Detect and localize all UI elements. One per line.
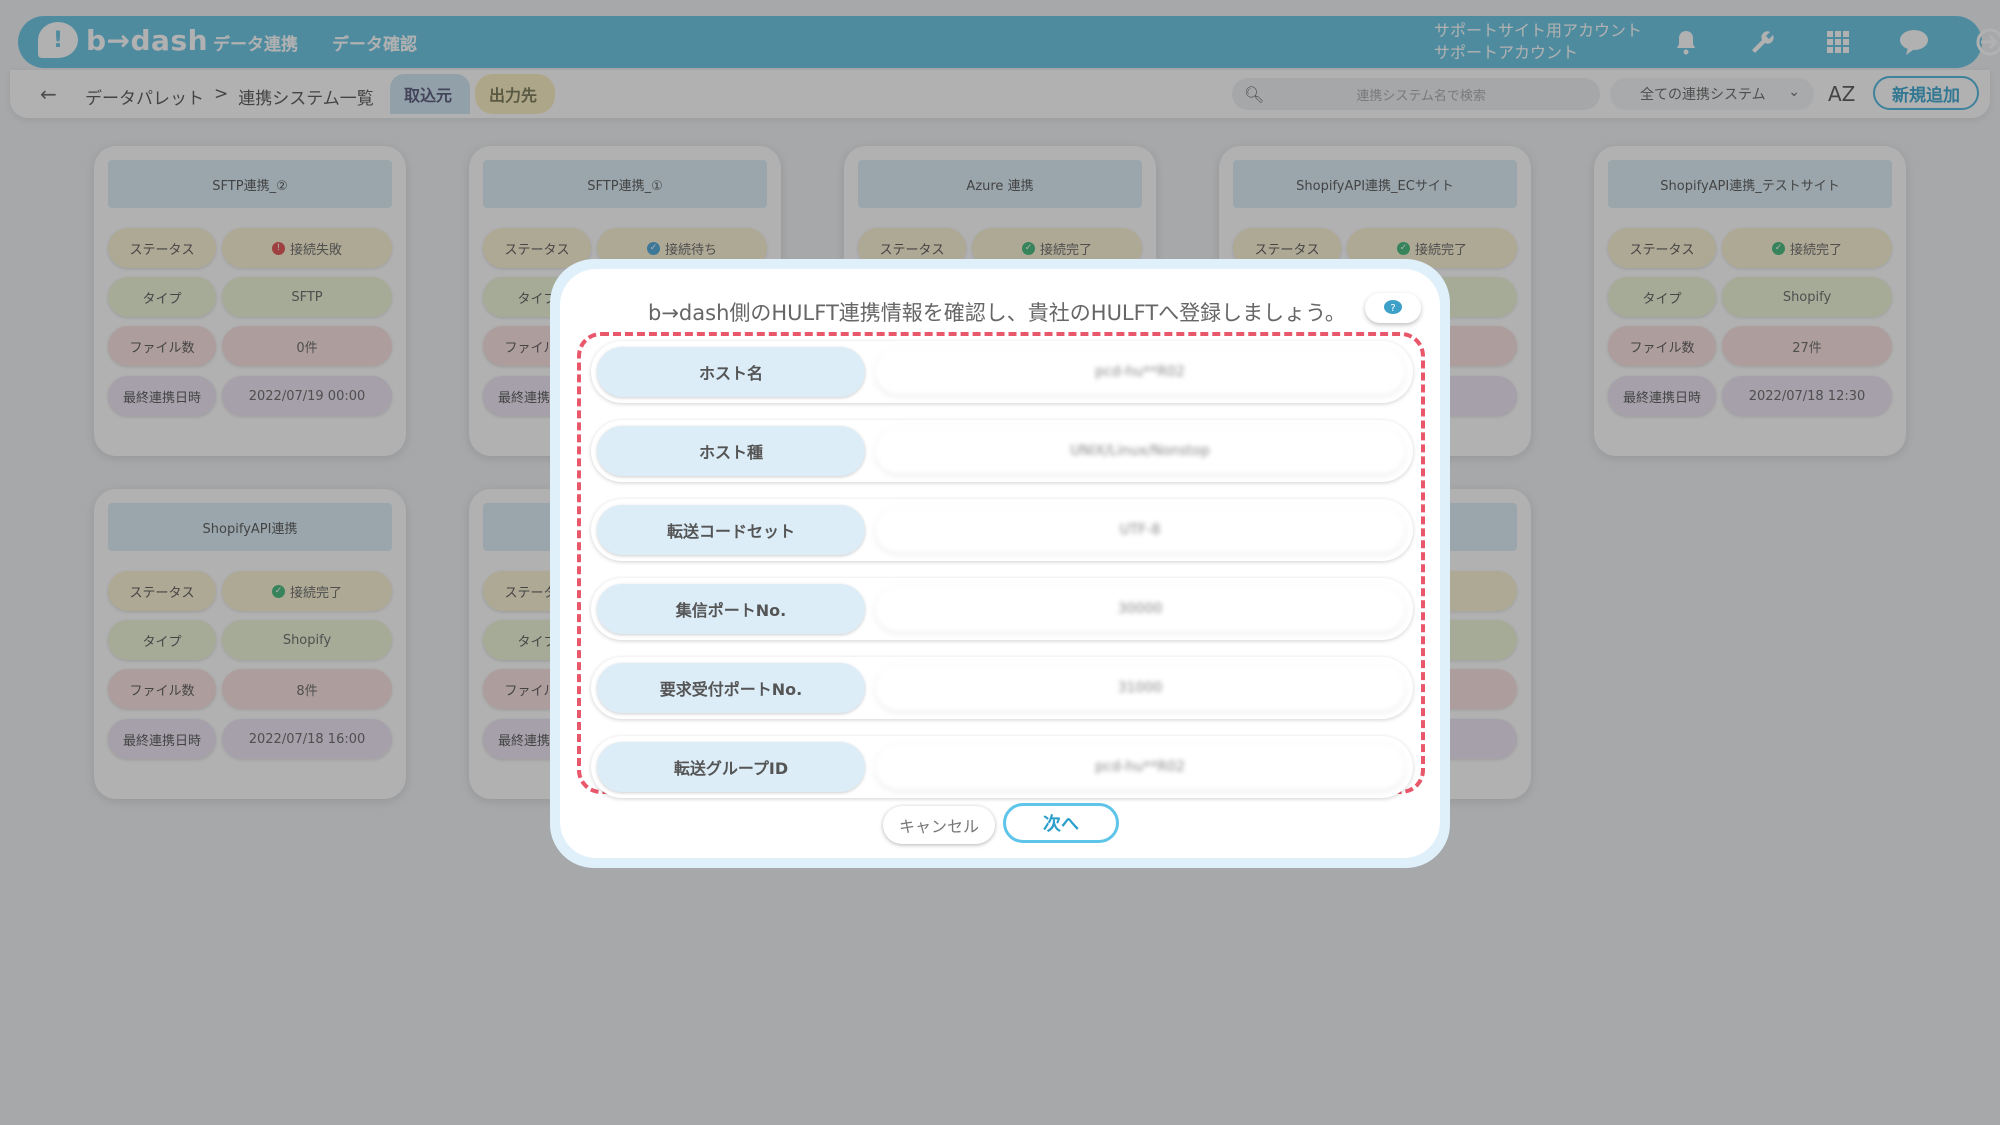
info-row: 集信ポートNo. 30000 [591, 578, 1413, 640]
info-label: 要求受付ポートNo. [597, 663, 865, 713]
info-value[interactable]: pcd-hu**R02 [875, 349, 1405, 395]
info-row: ホスト種 UNIX/Linux/Nonstop [591, 420, 1413, 482]
info-row: ホスト名 pcd-hu**R02 [591, 341, 1413, 403]
cloud-help-icon[interactable]: ? [1365, 293, 1421, 323]
info-label: 転送グループID [597, 742, 865, 792]
cancel-button[interactable]: キャンセル [883, 806, 995, 844]
info-row: 転送グループID pcd-hu**R02 [591, 736, 1413, 798]
info-value[interactable]: UNIX/Linux/Nonstop [875, 428, 1405, 474]
modal-body: b→dash側のHULFT連携情報を確認し、貴社のHULFTへ登録しましょう。 … [560, 269, 1440, 858]
info-value[interactable]: 31000 [875, 665, 1405, 711]
info-label: 集信ポートNo. [597, 584, 865, 634]
info-value[interactable]: pcd-hu**R02 [875, 744, 1405, 790]
info-value[interactable]: UTF-8 [875, 507, 1405, 553]
info-row: 要求受付ポートNo. 31000 [591, 657, 1413, 719]
next-button[interactable]: 次へ [1003, 803, 1119, 843]
info-label: ホスト種 [597, 426, 865, 476]
app-root: ! b→dash データ連携 データ確認 サポートサイト用アカウント サポートア… [0, 0, 2000, 1125]
highlight-frame: ホスト名 pcd-hu**R02 ホスト種 UNIX/Linux/Nonstop 転送コ… [577, 332, 1425, 798]
info-label: 転送コードセット [597, 505, 865, 555]
svg-text:?: ? [1390, 303, 1395, 314]
hulft-info-modal: b→dash側のHULFT連携情報を確認し、貴社のHULFTへ登録しましょう。 … [550, 259, 1450, 868]
info-row: 転送コードセット UTF-8 [591, 499, 1413, 561]
info-value[interactable]: 30000 [875, 586, 1405, 632]
info-label: ホスト名 [597, 347, 865, 397]
modal-title: b→dash側のHULFT連携情報を確認し、貴社のHULFTへ登録しましょう。 [648, 301, 1346, 325]
